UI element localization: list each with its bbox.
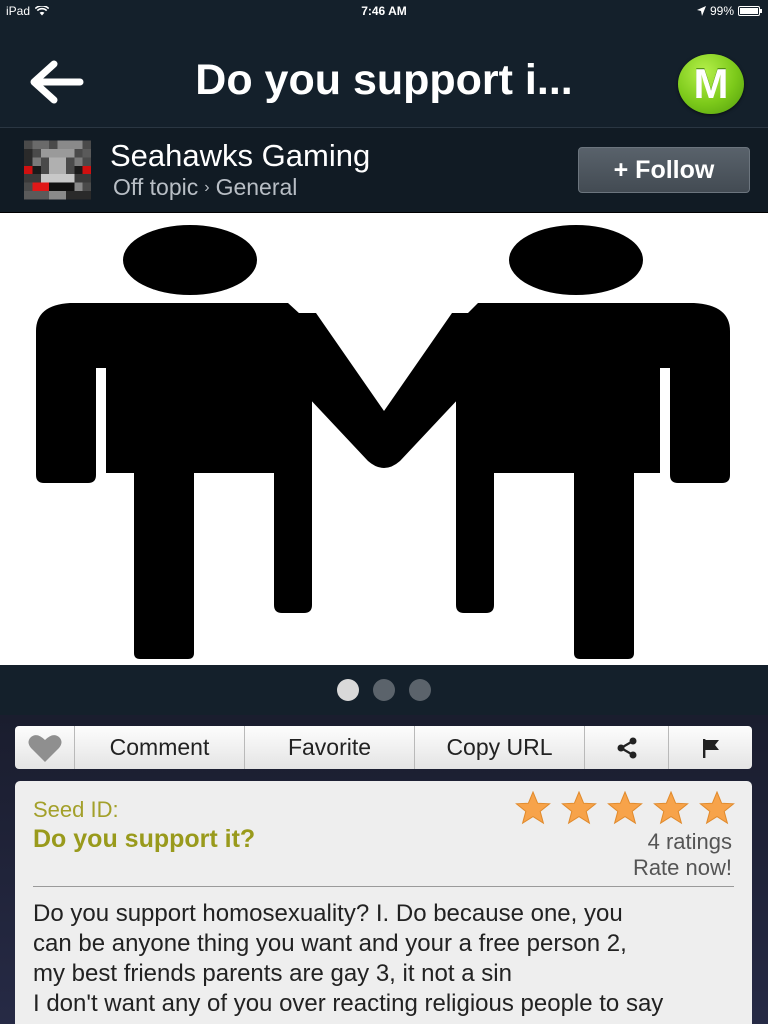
- battery-percent: 99%: [709, 4, 734, 18]
- nav-bar: Do you support i... M: [0, 22, 768, 128]
- breadcrumb-subcategory[interactable]: General: [216, 174, 298, 201]
- favorite-button[interactable]: Favorite: [245, 726, 415, 769]
- avatar[interactable]: [24, 140, 91, 200]
- chevron-right-icon: ›: [204, 178, 210, 196]
- author-bar: Seahawks Gaming Off topic › General + Fo…: [0, 128, 768, 213]
- like-button[interactable]: [15, 726, 75, 769]
- share-button[interactable]: [585, 726, 669, 769]
- heart-icon: [28, 734, 61, 762]
- star-rating[interactable]: [515, 791, 735, 825]
- carousel-dot[interactable]: [337, 679, 359, 701]
- flag-icon: [702, 738, 719, 758]
- seed-image[interactable]: [0, 213, 768, 665]
- location-arrow-icon: [696, 6, 706, 16]
- two-men-holding-hands-image: [0, 213, 768, 665]
- back-button[interactable]: [24, 58, 86, 106]
- star-icon[interactable]: [653, 791, 689, 825]
- carousel-dot[interactable]: [373, 679, 395, 701]
- breadcrumb-category[interactable]: Off topic: [113, 174, 198, 201]
- page-title: Do you support i...: [195, 56, 573, 104]
- star-icon[interactable]: [561, 791, 597, 825]
- seed-card: Seed ID: Do you support it? 4 ratings Ra…: [15, 781, 752, 1024]
- battery-icon: [738, 6, 762, 16]
- ratings-count: 4 ratings: [647, 829, 732, 854]
- seed-id-label: Seed ID:: [33, 797, 119, 822]
- comment-button[interactable]: Comment: [75, 726, 245, 769]
- status-right: 99%: [696, 4, 762, 18]
- copy-url-button[interactable]: Copy URL: [415, 726, 585, 769]
- star-icon[interactable]: [699, 791, 735, 825]
- status-time: 7:46 AM: [361, 4, 407, 18]
- carousel-pagination: [0, 665, 768, 715]
- star-icon[interactable]: [515, 791, 551, 825]
- seed-body-text: Do you support homosexuality? I. Do beca…: [33, 900, 664, 1017]
- report-button[interactable]: [669, 726, 752, 769]
- rate-now-link[interactable]: Rate now!: [633, 855, 732, 881]
- carousel-dot[interactable]: [409, 679, 431, 701]
- author-name[interactable]: Seahawks Gaming: [110, 138, 370, 174]
- action-bar: Comment Favorite Copy URL: [15, 726, 752, 769]
- battery-fill: [740, 8, 758, 14]
- status-bar: iPad 7:46 AM 99%: [0, 0, 768, 22]
- follow-button[interactable]: + Follow: [578, 147, 750, 193]
- star-icon[interactable]: [607, 791, 643, 825]
- seed-title: Do you support it?: [33, 825, 256, 853]
- divider: [33, 886, 734, 887]
- back-arrow-icon: [30, 60, 84, 104]
- share-icon: [617, 737, 636, 758]
- app-logo-button[interactable]: M: [678, 54, 744, 114]
- breadcrumb: Off topic › General: [113, 174, 297, 201]
